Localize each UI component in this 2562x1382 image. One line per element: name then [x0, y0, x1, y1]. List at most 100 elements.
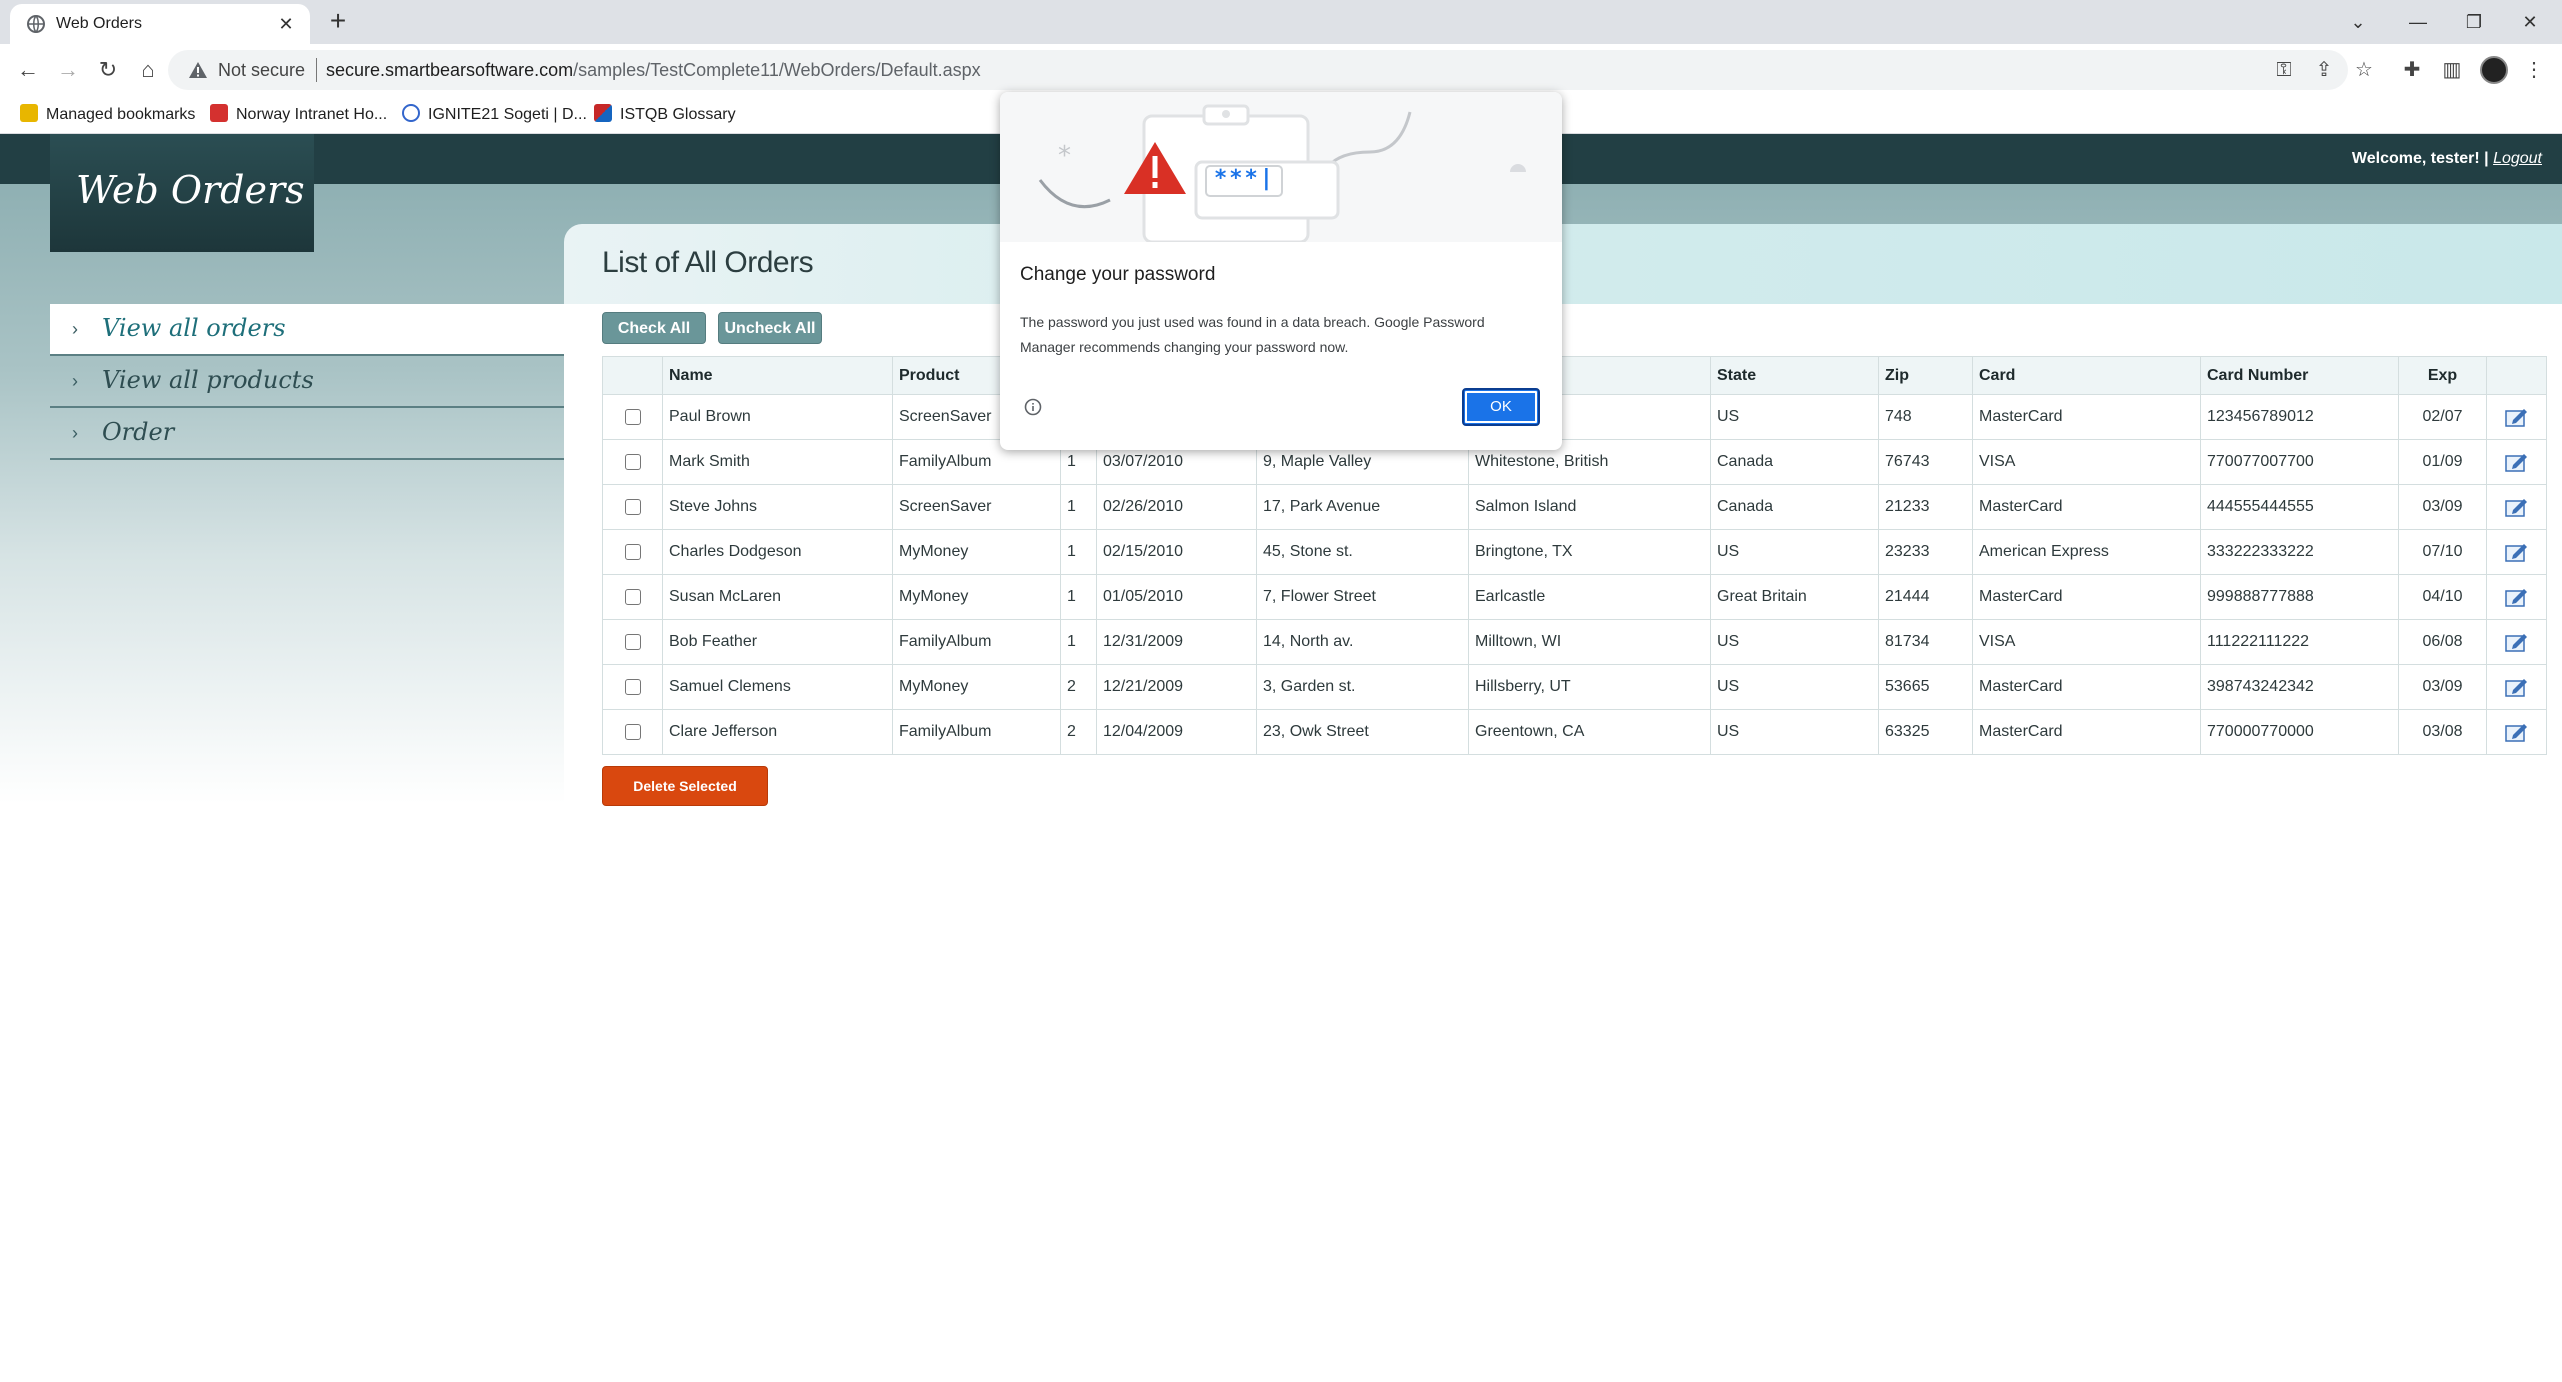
- orders-table-body: Paul BrownScreenSaverNVUS748MasterCard12…: [602, 394, 2547, 755]
- new-tab-button[interactable]: +: [322, 6, 354, 38]
- edit-icon[interactable]: [2504, 677, 2529, 697]
- table-cell: 12/21/2009: [1096, 664, 1257, 710]
- edit-icon[interactable]: [2504, 497, 2529, 517]
- bookmark-label: Norway Intranet Ho...: [236, 106, 388, 123]
- edit-icon[interactable]: [2504, 407, 2529, 427]
- table-cell: MyMoney: [892, 664, 1061, 710]
- not-secure-label[interactable]: Not secure: [218, 60, 305, 80]
- share-icon[interactable]: ⇪: [2310, 56, 2338, 84]
- table-cell: Great Britain: [1710, 574, 1879, 620]
- close-tab-icon[interactable]: ✕: [274, 12, 298, 36]
- welcome-separator: |: [2484, 150, 2489, 167]
- sidebar-item-view-all-orders[interactable]: › View all orders: [50, 304, 564, 356]
- extensions-icon[interactable]: ✚: [2398, 56, 2426, 84]
- row-checkbox[interactable]: [624, 498, 641, 515]
- table-cell: 02/15/2010: [1096, 529, 1257, 575]
- content-header: List of All Orders: [564, 224, 2562, 304]
- row-checkbox[interactable]: [624, 543, 641, 560]
- column-header-edit: [2486, 356, 2547, 395]
- row-checkbox[interactable]: [624, 453, 641, 470]
- star-icon[interactable]: ☆: [2350, 56, 2378, 84]
- table-cell: US: [1710, 394, 1879, 440]
- table-cell: 333222333222: [2200, 529, 2399, 575]
- info-icon[interactable]: [1024, 398, 1042, 416]
- url-path: /samples/TestComplete11/WebOrders/Defaul…: [573, 60, 981, 80]
- table-cell: Canada: [1710, 484, 1879, 530]
- tab-search-icon[interactable]: ⌄: [2330, 4, 2386, 40]
- home-icon[interactable]: ⌂: [132, 54, 164, 86]
- table-cell: 21233: [1878, 484, 1973, 530]
- restore-icon[interactable]: ❐: [2446, 4, 2502, 40]
- row-checkbox[interactable]: [624, 588, 641, 605]
- bookmark-norway-intranet[interactable]: Norway Intranet Ho...: [210, 104, 387, 126]
- row-checkbox[interactable]: [624, 633, 641, 650]
- check-all-button[interactable]: Check All: [602, 312, 706, 344]
- profile-avatar[interactable]: [2480, 56, 2508, 84]
- table-cell: 03/08: [2398, 709, 2487, 755]
- sidebar-item-view-all-products[interactable]: › View all products: [50, 356, 564, 408]
- table-cell: 770077007700: [2200, 439, 2399, 485]
- edit-icon[interactable]: [2504, 587, 2529, 607]
- reload-icon[interactable]: ↻: [92, 54, 124, 86]
- dialog-body: The password you just used was found in …: [1020, 314, 1485, 355]
- table-row: Clare Jefferson FamilyAlbum 2 12/04/2009 23,…: [602, 709, 2547, 755]
- bookmark-istqb[interactable]: ISTQB Glossary: [594, 104, 736, 126]
- table-cell: 63325: [1878, 709, 1973, 755]
- table-cell: 123456789012: [2200, 394, 2399, 440]
- row-edit-cell: [2486, 574, 2547, 620]
- edit-icon[interactable]: [2504, 632, 2529, 652]
- forward-icon[interactable]: →: [52, 54, 84, 86]
- back-icon[interactable]: ←: [12, 54, 44, 86]
- edit-icon[interactable]: [2504, 452, 2529, 472]
- table-cell: 81734: [1878, 619, 1973, 665]
- sidebar-item-order[interactable]: › Order: [50, 408, 564, 460]
- table-cell: American Express: [1972, 529, 2201, 575]
- table-cell: MyMoney: [892, 529, 1061, 575]
- url-text[interactable]: secure.smartbearsoftware.com/samples/Tes…: [326, 60, 981, 80]
- site-logo: Web Orders: [50, 134, 314, 252]
- bookmark-ignite21[interactable]: IGNITE21 Sogeti | D...: [402, 104, 587, 126]
- table-cell: 1: [1060, 619, 1097, 665]
- table-cell: 2: [1060, 709, 1097, 755]
- dialog-ok-button[interactable]: OK: [1462, 388, 1540, 426]
- browser-tab-web-orders[interactable]: Web Orders ✕: [10, 4, 310, 44]
- table-cell: 53665: [1878, 664, 1973, 710]
- table-cell: VISA: [1972, 619, 2201, 665]
- edit-icon[interactable]: [2504, 722, 2529, 742]
- logout-link[interactable]: Logout: [2493, 150, 2542, 167]
- welcome-text: Welcome, tester!: [2351, 150, 2480, 167]
- sogeti-logo-icon: [402, 104, 420, 122]
- uncheck-all-button[interactable]: Uncheck All: [718, 312, 822, 344]
- row-checkbox[interactable]: [624, 678, 641, 695]
- row-checkbox[interactable]: [624, 408, 641, 425]
- page-title: List of All Orders: [602, 246, 814, 279]
- bookmark-label: IGNITE21 Sogeti | D...: [428, 106, 587, 123]
- table-cell: 23, Owk Street: [1256, 709, 1469, 755]
- row-checkbox[interactable]: [624, 723, 641, 740]
- table-cell: 1: [1060, 529, 1097, 575]
- side-panel-icon[interactable]: ▥: [2438, 56, 2466, 84]
- close-window-icon[interactable]: ✕: [2502, 4, 2558, 40]
- chevron-right-icon: ›: [72, 319, 78, 339]
- edit-icon[interactable]: [2504, 542, 2529, 562]
- table-cell: US: [1710, 664, 1879, 710]
- table-cell: 03/09: [2398, 664, 2487, 710]
- table-cell: 12/31/2009: [1096, 619, 1257, 665]
- row-select-cell: [602, 529, 663, 575]
- table-cell: 23233: [1878, 529, 1973, 575]
- key-icon[interactable]: ⚿: [2270, 56, 2298, 84]
- address-bar[interactable]: Not secure secure.smartbearsoftware.com/…: [168, 50, 2348, 90]
- delete-selected-button[interactable]: Delete Selected: [602, 766, 768, 806]
- table-cell: US: [1710, 619, 1879, 665]
- table-cell: 45, Stone st.: [1256, 529, 1469, 575]
- table-cell: Greentown, CA: [1468, 709, 1711, 755]
- kebab-menu-icon[interactable]: ⋮: [2520, 56, 2548, 84]
- row-edit-cell: [2486, 394, 2547, 440]
- bookmark-managed[interactable]: Managed bookmarks: [20, 104, 195, 126]
- svg-text:*: *: [1058, 141, 1071, 171]
- table-cell: 02/07: [2398, 394, 2487, 440]
- table-cell: Bringtone, TX: [1468, 529, 1711, 575]
- row-edit-cell: [2486, 619, 2547, 665]
- column-header: Card Number: [2200, 356, 2399, 395]
- minimize-icon[interactable]: —: [2390, 4, 2446, 40]
